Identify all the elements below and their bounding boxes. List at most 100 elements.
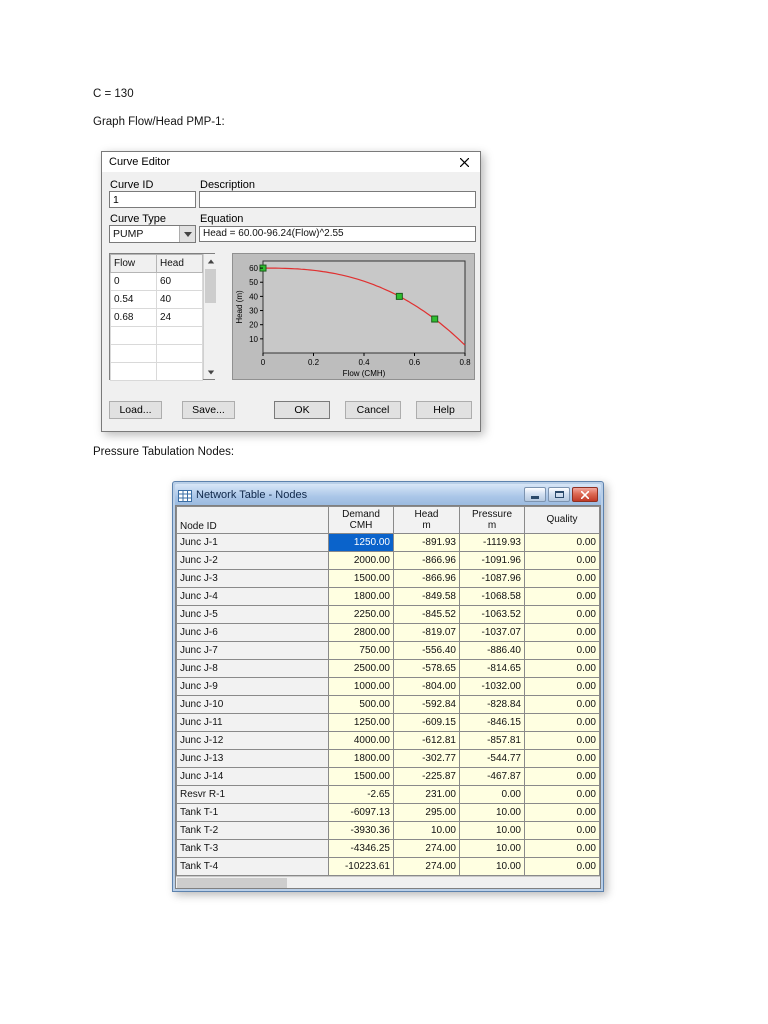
value-cell[interactable]: 10.00 [460,822,525,840]
value-cell[interactable]: 0.00 [525,624,600,642]
points-cell[interactable]: 24 [157,309,203,327]
points-cell[interactable] [157,327,203,345]
value-cell[interactable]: 0.00 [525,678,600,696]
load-button[interactable]: Load... [109,401,162,419]
scrollbar-thumb[interactable] [177,878,287,888]
value-cell[interactable]: -3930.36 [329,822,394,840]
node-id-cell[interactable]: Junc J-11 [177,714,329,732]
points-cell[interactable] [111,363,157,381]
value-cell[interactable]: 1250.00 [329,534,394,552]
node-id-cell[interactable]: Junc J-7 [177,642,329,660]
value-cell[interactable]: 0.00 [525,786,600,804]
value-cell[interactable]: -819.07 [394,624,460,642]
value-cell[interactable]: 274.00 [394,840,460,858]
value-cell[interactable]: -592.84 [394,696,460,714]
value-cell[interactable]: 1000.00 [329,678,394,696]
node-id-cell[interactable]: Resvr R-1 [177,786,329,804]
value-cell[interactable]: 0.00 [525,696,600,714]
value-cell[interactable]: 2250.00 [329,606,394,624]
points-column-header[interactable]: Head [157,255,203,273]
column-header[interactable]: Pressure m [460,507,525,534]
value-cell[interactable]: 4000.00 [329,732,394,750]
curve-editor-titlebar[interactable]: Curve Editor [102,152,480,173]
value-cell[interactable]: 1800.00 [329,750,394,768]
value-cell[interactable]: 0.00 [525,606,600,624]
value-cell[interactable]: -857.81 [460,732,525,750]
node-id-cell[interactable]: Junc J-3 [177,570,329,588]
value-cell[interactable]: -828.84 [460,696,525,714]
close-icon[interactable] [448,152,480,172]
minimize-button[interactable] [524,487,546,502]
help-button[interactable]: Help [416,401,472,419]
value-cell[interactable]: -846.15 [460,714,525,732]
value-cell[interactable]: 10.00 [460,858,525,876]
value-cell[interactable]: -866.96 [394,570,460,588]
value-cell[interactable]: 1500.00 [329,768,394,786]
node-id-cell[interactable]: Junc J-13 [177,750,329,768]
column-header[interactable]: Head m [394,507,460,534]
value-cell[interactable]: 1500.00 [329,570,394,588]
points-cell[interactable] [111,327,157,345]
value-cell[interactable]: 2500.00 [329,660,394,678]
value-cell[interactable]: 274.00 [394,858,460,876]
value-cell[interactable]: -845.52 [394,606,460,624]
value-cell[interactable]: 10.00 [460,804,525,822]
value-cell[interactable]: -225.87 [394,768,460,786]
value-cell[interactable]: -10223.61 [329,858,394,876]
node-id-cell[interactable]: Tank T-1 [177,804,329,822]
maximize-button[interactable] [548,487,570,502]
network-table-titlebar[interactable]: Network Table - Nodes [175,484,601,505]
value-cell[interactable]: -302.77 [394,750,460,768]
points-cell[interactable] [157,345,203,363]
value-cell[interactable]: -804.00 [394,678,460,696]
value-cell[interactable]: 0.00 [525,552,600,570]
curve-type-select[interactable]: PUMP [109,225,196,243]
value-cell[interactable]: -891.93 [394,534,460,552]
curve-id-input[interactable] [109,191,196,208]
value-cell[interactable]: -1037.07 [460,624,525,642]
value-cell[interactable]: -612.81 [394,732,460,750]
horizontal-scrollbar[interactable] [176,876,600,888]
value-cell[interactable]: 0.00 [525,642,600,660]
value-cell[interactable]: -1087.96 [460,570,525,588]
node-id-cell[interactable]: Junc J-6 [177,624,329,642]
combo-dropdown-button[interactable] [179,226,195,242]
value-cell[interactable]: -1119.93 [460,534,525,552]
value-cell[interactable]: -578.65 [394,660,460,678]
value-cell[interactable]: -1063.52 [460,606,525,624]
points-cell[interactable] [157,363,203,381]
points-scrollbar[interactable] [203,254,216,379]
value-cell[interactable]: 0.00 [460,786,525,804]
value-cell[interactable]: 0.00 [525,570,600,588]
value-cell[interactable]: -467.87 [460,768,525,786]
value-cell[interactable]: 0.00 [525,714,600,732]
value-cell[interactable]: -609.15 [394,714,460,732]
column-header[interactable]: Demand CMH [329,507,394,534]
points-cell[interactable]: 40 [157,291,203,309]
value-cell[interactable]: -866.96 [394,552,460,570]
value-cell[interactable]: 0.00 [525,732,600,750]
points-cell[interactable]: 60 [157,273,203,291]
value-cell[interactable]: -4346.25 [329,840,394,858]
save-button[interactable]: Save... [182,401,235,419]
scrollbar-thumb[interactable] [205,269,216,303]
node-id-cell[interactable]: Tank T-2 [177,822,329,840]
points-column-header[interactable]: Flow [111,255,157,273]
value-cell[interactable]: -6097.13 [329,804,394,822]
column-header[interactable]: Node ID [177,507,329,534]
node-id-cell[interactable]: Junc J-9 [177,678,329,696]
node-id-cell[interactable]: Tank T-4 [177,858,329,876]
node-id-cell[interactable]: Junc J-8 [177,660,329,678]
node-id-cell[interactable]: Junc J-1 [177,534,329,552]
value-cell[interactable]: 2800.00 [329,624,394,642]
points-cell[interactable]: 0 [111,273,157,291]
value-cell[interactable]: -2.65 [329,786,394,804]
column-header[interactable]: Quality [525,507,600,534]
value-cell[interactable]: 231.00 [394,786,460,804]
value-cell[interactable]: 750.00 [329,642,394,660]
value-cell[interactable]: 2000.00 [329,552,394,570]
description-input[interactable] [199,191,476,208]
value-cell[interactable]: -556.40 [394,642,460,660]
ok-button[interactable]: OK [274,401,330,419]
value-cell[interactable]: 1800.00 [329,588,394,606]
